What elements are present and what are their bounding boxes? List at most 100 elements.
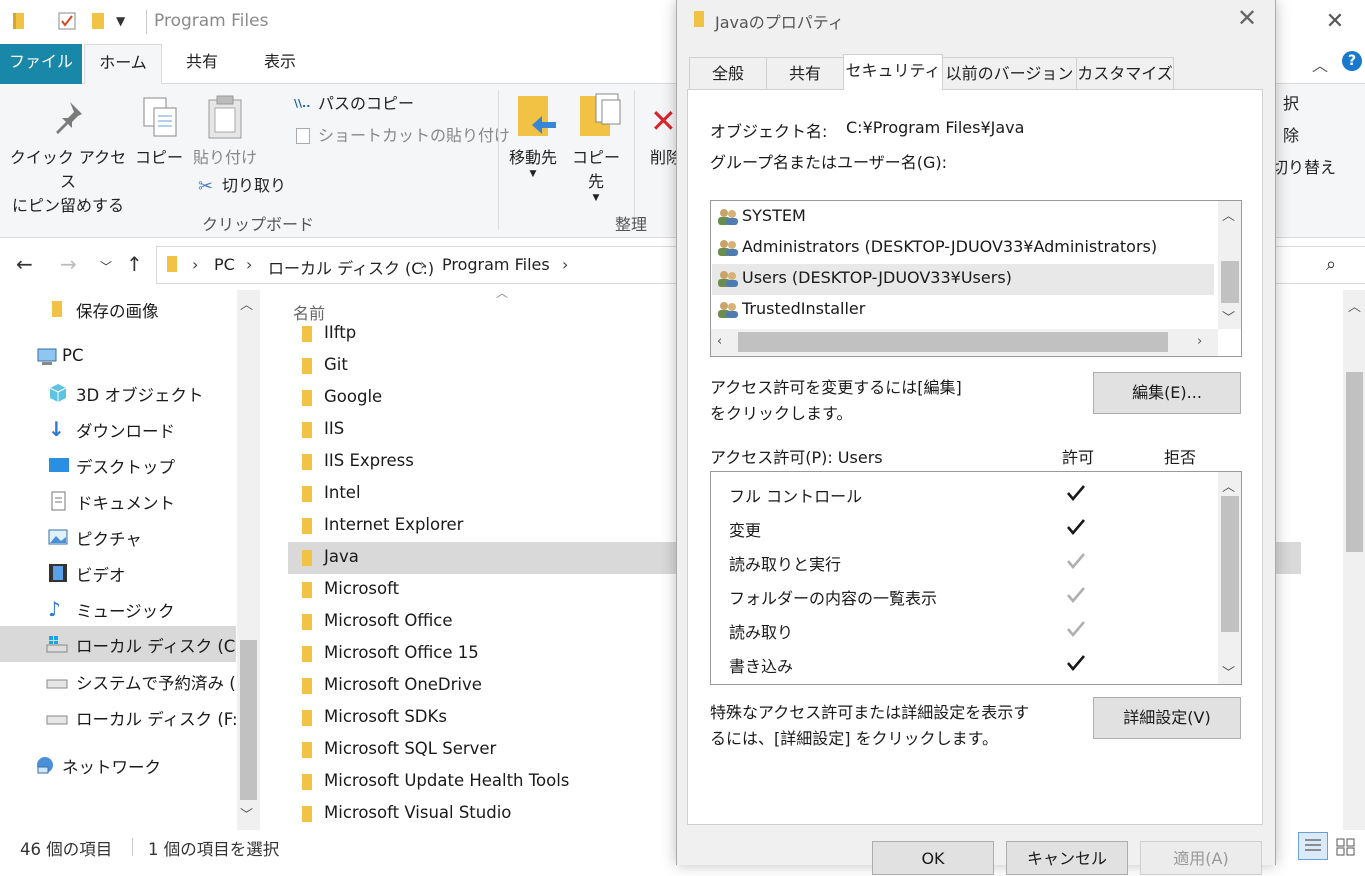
tab-share[interactable]: 共有 [166, 44, 238, 84]
nav-item-network[interactable]: ネットワーク [0, 748, 236, 782]
tab-customize[interactable]: カスタマイズ [1076, 57, 1174, 89]
close-icon[interactable]: ✕ [1318, 6, 1352, 38]
forward-arrow-icon[interactable]: → [60, 252, 77, 276]
file-list-scrollbar[interactable] [1343, 290, 1365, 830]
download-icon: ↓ [48, 417, 65, 441]
folder-icon [298, 357, 316, 375]
breadcrumb-local-disk[interactable]: ローカル ディスク (C:) [268, 255, 434, 279]
3d-objects-icon [48, 383, 68, 403]
group-list-hscroll-thumb[interactable] [738, 332, 1168, 352]
sort-ascending-icon: ︿ [496, 286, 509, 300]
copy-path-button[interactable]: パスのコピー [318, 92, 414, 116]
navigation-pane: 保存の画像 PC 3D オブジェクト ↓ ダウンロード デスクトップ ドキュメン… [0, 290, 262, 830]
permission-row: 変更 [729, 512, 1199, 546]
nav-item-local-disk-f[interactable]: ローカル ディスク (F:) [0, 700, 244, 734]
tab-file[interactable]: ファイル [0, 44, 82, 84]
scroll-up-icon[interactable]: ︿ [240, 294, 253, 313]
user-group-icon [717, 208, 739, 226]
scroll-right-icon[interactable]: › [1197, 334, 1202, 349]
pin-quick-access-button[interactable]: クイック アクセス にピン留めする [8, 146, 128, 218]
move-to-button[interactable]: 移動先 ▼ [504, 146, 562, 179]
cut-button[interactable]: 切り取り [222, 174, 286, 198]
permissions-vscroll-thumb[interactable] [1221, 496, 1239, 632]
ok-button[interactable]: OK [872, 841, 994, 875]
new-folder-icon[interactable] [88, 10, 110, 32]
group-list-item[interactable]: SYSTEM [712, 202, 1214, 233]
history-chevron-icon[interactable]: ﹀ [100, 258, 112, 275]
folder-icon [298, 773, 316, 791]
group-list-label: グループ名またはユーザー名(G): [710, 153, 947, 172]
folder-icon[interactable] [10, 10, 32, 32]
paste-shortcut-button[interactable]: ショートカットの貼り付け [318, 124, 510, 148]
large-icons-view-icon[interactable] [1334, 836, 1358, 858]
nav-item-local-disk-c[interactable]: ローカル ディスク (C:) [0, 626, 247, 662]
nav-item-videos[interactable]: ビデオ [0, 556, 236, 590]
tab-general[interactable]: 全般 [689, 57, 767, 89]
help-icon[interactable]: ? [1342, 51, 1362, 71]
copy-icon [140, 94, 180, 140]
nav-item-music[interactable]: ♪ ミュージック [0, 592, 236, 626]
scroll-up-icon[interactable]: ︿ [1348, 296, 1361, 315]
group-list-item[interactable]: TrustedInstaller [712, 295, 1214, 326]
paste-button[interactable]: 貼り付け [190, 146, 260, 170]
breadcrumb-program-files[interactable]: Program Files [442, 255, 550, 274]
invert-selection-button[interactable]: 切り替え [1272, 156, 1336, 180]
java-properties-dialog: Javaのプロパティ ✕ 全般 共有 セキュリティ 以前のバージョン カスタマイ… [676, 0, 1276, 875]
edit-button[interactable]: 編集(E)... [1093, 372, 1241, 414]
group-list-vscroll-thumb[interactable] [1221, 261, 1239, 303]
cancel-button[interactable]: キャンセル [1006, 841, 1128, 875]
scroll-up-icon[interactable]: ︿ [1222, 476, 1235, 495]
tab-view[interactable]: 表示 [244, 44, 316, 84]
nav-item-label: 3D オブジェクト [76, 386, 204, 405]
copy-to-button[interactable]: コピー先 ▼ [566, 146, 626, 203]
copy-button[interactable]: コピー [134, 146, 184, 170]
select-button[interactable]: 択 [1283, 92, 1299, 116]
apply-button[interactable]: 適用(A) [1140, 841, 1262, 875]
advanced-hint-line1: 特殊なアクセス許可または詳細設定を表示す [710, 703, 1030, 722]
close-icon[interactable]: ✕ [1237, 4, 1257, 32]
properties-check-icon[interactable] [56, 10, 78, 32]
back-arrow-icon[interactable]: ← [16, 252, 33, 276]
search-icon[interactable]: ⌕ [1326, 254, 1336, 275]
move-to-label: 移動先 [508, 148, 557, 167]
nav-item-pc[interactable]: PC [0, 340, 236, 374]
permission-name: フォルダーの内容の一覧表示 [729, 589, 938, 608]
group-list-item[interactable]: Administrators (DESKTOP-JDUOV33¥Administ… [712, 233, 1214, 264]
network-icon [34, 755, 54, 775]
nav-item-pictures[interactable]: ピクチャ [0, 520, 236, 554]
up-arrow-icon[interactable]: ↑ [126, 252, 143, 276]
nav-item-label: 保存の画像 [76, 302, 159, 321]
clear-selection-button[interactable]: 除 [1283, 124, 1299, 148]
details-view-icon[interactable] [1298, 832, 1328, 860]
advanced-button[interactable]: 詳細設定(V) [1093, 697, 1241, 739]
scroll-up-icon[interactable]: ︿ [1222, 205, 1235, 224]
file-list-scroll-thumb[interactable] [1346, 372, 1363, 552]
tab-sharing[interactable]: 共有 [766, 57, 844, 89]
nav-item-desktop[interactable]: デスクトップ [0, 448, 236, 482]
breadcrumb-pc[interactable]: PC [214, 255, 235, 274]
permissions-label: アクセス許可(P): Users [710, 448, 883, 467]
folder-icon [298, 741, 316, 759]
nav-item-downloads[interactable]: ↓ ダウンロード [0, 412, 236, 446]
nav-item-documents[interactable]: ドキュメント [0, 484, 236, 518]
nav-scroll-thumb[interactable] [240, 640, 257, 800]
nav-item-3d-objects[interactable]: 3D オブジェクト [0, 376, 236, 410]
scroll-down-icon[interactable]: ﹀ [240, 804, 253, 823]
nav-item-system-reserved[interactable]: システムで予約済み (D [0, 664, 248, 698]
tab-home[interactable]: ホーム [84, 44, 162, 85]
scroll-down-icon[interactable]: ﹀ [1222, 662, 1235, 681]
chevron-down-icon[interactable]: ▼ [116, 10, 138, 32]
tab-security[interactable]: セキュリティ [843, 54, 943, 90]
group-list-item[interactable]: Users (DESKTOP-JDUOV33¥Users) [712, 264, 1214, 295]
file-name: Microsoft Office 15 [324, 643, 479, 662]
folder-icon [298, 549, 316, 567]
chevron-up-icon[interactable]: ︿ [1312, 52, 1328, 76]
folder-icon [298, 517, 316, 535]
tab-previous-versions[interactable]: 以前のバージョン [942, 57, 1077, 89]
scroll-down-icon[interactable]: ﹀ [1222, 307, 1235, 326]
file-name: Google [324, 387, 383, 406]
group-name: Users (DESKTOP-JDUOV33¥Users) [742, 268, 1012, 287]
scroll-left-icon[interactable]: ‹ [717, 334, 722, 349]
nav-item-saved-pictures[interactable]: 保存の画像 [0, 292, 236, 326]
file-name: IIftp [324, 323, 357, 342]
